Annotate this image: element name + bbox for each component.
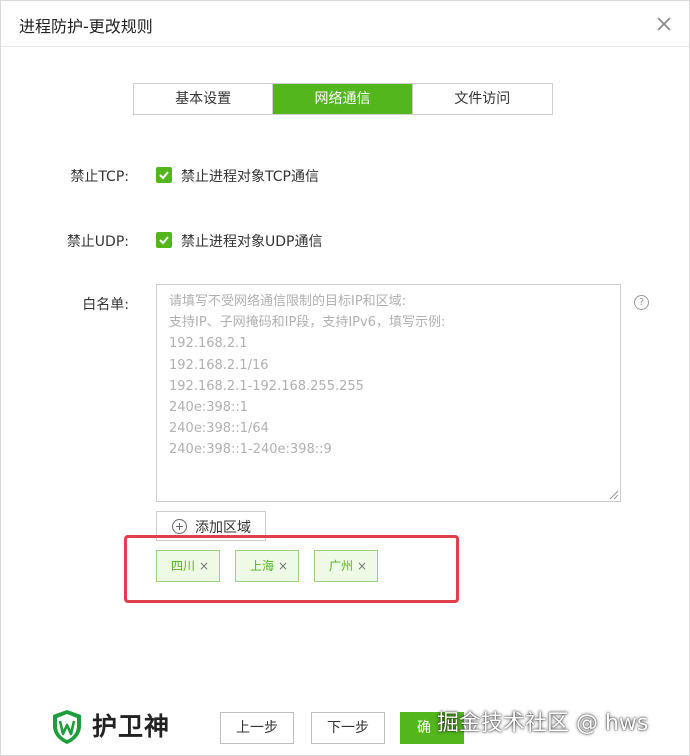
check-icon: [159, 236, 169, 245]
region-tag-label: 上海: [250, 559, 275, 573]
tab-bar: 基本设置 网络通信 文件访问: [133, 83, 553, 115]
udp-checkbox-text: 禁止进程对象UDP通信: [181, 234, 323, 250]
title-bar: 进程防护-更改规则: [1, 1, 689, 47]
udp-label: 禁止UDP:: [66, 234, 129, 250]
watermark: 掘金技术社区 @ hws: [437, 711, 649, 736]
remove-tag-icon[interactable]: ×: [278, 559, 288, 573]
region-tag-guangzhou: 广州 ×: [314, 550, 379, 582]
region-tag-label: 广州: [329, 559, 354, 573]
resize-handle-icon[interactable]: [609, 490, 619, 500]
region-tag-sichuan: 四川 ×: [156, 550, 221, 582]
tab-basic-settings[interactable]: 基本设置: [134, 84, 274, 114]
region-tag-shanghai: 上海 ×: [235, 550, 300, 582]
tcp-checkbox[interactable]: [156, 167, 172, 183]
close-icon[interactable]: [653, 13, 675, 35]
help-icon[interactable]: ?: [634, 295, 649, 310]
plus-circle-icon: [172, 519, 187, 534]
tcp-label: 禁止TCP:: [70, 169, 129, 185]
tab-file-access[interactable]: 文件访问: [412, 84, 552, 114]
next-step-button[interactable]: 下一步: [311, 712, 385, 744]
tab-network[interactable]: 网络通信: [273, 84, 413, 114]
check-icon: [159, 171, 169, 180]
add-region-label: 添加区域: [195, 520, 251, 536]
shield-w-icon: [53, 710, 81, 744]
dialog-title: 进程防护-更改规则: [19, 17, 153, 36]
whitelist-label: 白名单:: [82, 297, 129, 313]
region-tag-label: 四川: [171, 559, 196, 573]
prev-step-button[interactable]: 上一步: [220, 712, 294, 744]
remove-tag-icon[interactable]: ×: [199, 559, 209, 573]
rule-dialog: 进程防护-更改规则 基本设置 网络通信 文件访问 禁止TCP: 禁止进程对象TC…: [0, 0, 690, 756]
remove-tag-icon[interactable]: ×: [357, 559, 367, 573]
whitelist-textarea[interactable]: 请填写不受网络通信限制的目标IP和区域: 支持IP、子网掩码和IP段，支持IPv…: [156, 284, 621, 502]
brand-name: 护卫神: [92, 712, 171, 741]
tcp-checkbox-text: 禁止进程对象TCP通信: [181, 169, 319, 185]
udp-checkbox[interactable]: [156, 232, 172, 248]
